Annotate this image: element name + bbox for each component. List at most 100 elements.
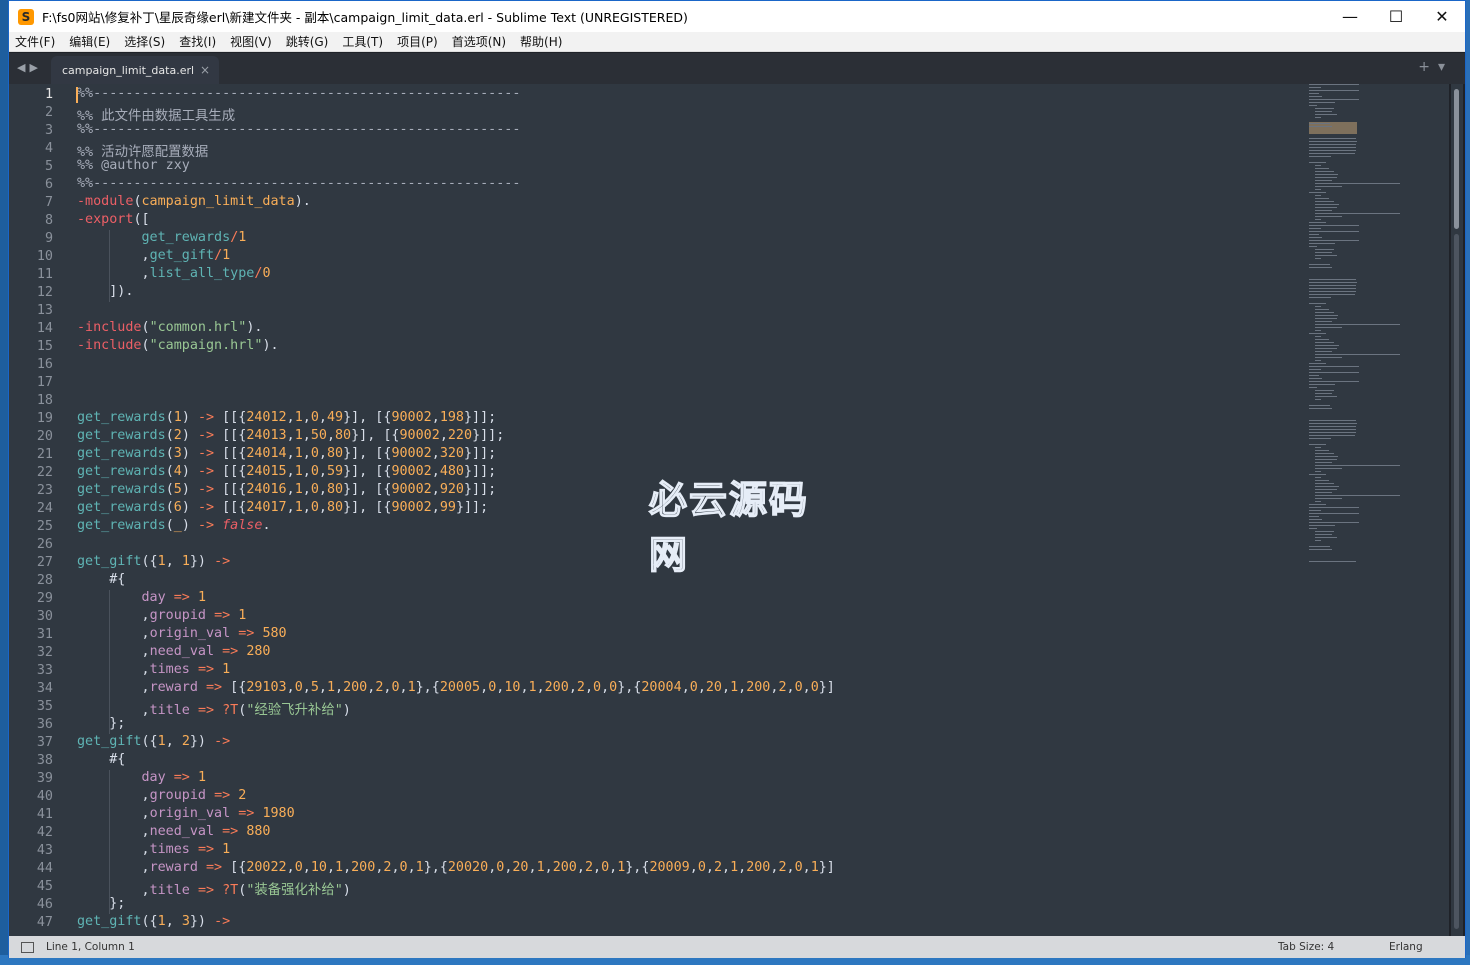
code-line[interactable]: ,need_val => 880 bbox=[77, 824, 270, 842]
code-line[interactable]: day => 1 bbox=[77, 770, 207, 788]
code-token: => bbox=[197, 703, 215, 718]
code-token: , bbox=[77, 248, 150, 263]
code-token: 1 bbox=[157, 554, 166, 569]
code-token: ( bbox=[141, 320, 150, 335]
code-line[interactable]: #{ bbox=[77, 752, 125, 770]
tab-nav-arrows-icon[interactable]: ◀▶ bbox=[17, 61, 42, 74]
code-token: }], [{ bbox=[351, 428, 400, 443]
minimap-line bbox=[1315, 483, 1334, 484]
panel-toggle-icon[interactable] bbox=[21, 941, 34, 953]
code-token: , bbox=[318, 680, 327, 695]
code-line[interactable]: get_rewards(5) -> [[{24016,1,0,80}], [{9… bbox=[77, 482, 496, 500]
close-button[interactable]: ✕ bbox=[1419, 1, 1465, 32]
code-line[interactable]: ,get_gift/1 bbox=[77, 248, 230, 266]
minimap-line bbox=[1315, 330, 1321, 331]
code-line[interactable]: day => 1 bbox=[77, 590, 207, 608]
code-token: 1 bbox=[181, 554, 190, 569]
minimap-line bbox=[1309, 246, 1318, 247]
code-token: times bbox=[149, 662, 190, 677]
code-line[interactable]: ,list_all_type/0 bbox=[77, 266, 270, 284]
code-line[interactable]: ,groupid => 1 bbox=[77, 608, 246, 626]
minimap-line bbox=[1315, 531, 1334, 532]
title-bar[interactable]: S F:\fs0网站\修复补丁\星辰奇缘erl\新建文件夹 - 副本\campa… bbox=[9, 1, 1465, 32]
code-line[interactable]: -module(campaign_limit_data). bbox=[77, 194, 311, 212]
menu-project[interactable]: 项目(P) bbox=[397, 33, 438, 50]
code-token: , bbox=[689, 860, 698, 875]
code-line[interactable]: ,reward => [{29103,0,5,1,200,2,0,1},{200… bbox=[77, 680, 834, 698]
code-line[interactable]: get_gift({1, 3}) -> bbox=[77, 914, 230, 932]
code-line[interactable]: get_rewards(_) -> false. bbox=[77, 518, 271, 536]
code-token: 50 bbox=[310, 428, 327, 443]
code-line[interactable]: get_rewards(3) -> [[{24014,1,0,80}], [{9… bbox=[77, 446, 496, 464]
line-number: 14 bbox=[36, 321, 53, 336]
code-token: , bbox=[431, 500, 440, 515]
menu-help[interactable]: 帮助(H) bbox=[520, 33, 562, 50]
menu-find[interactable]: 查找(I) bbox=[179, 33, 216, 50]
tab-campaign-limit-data[interactable]: campaign_limit_data.erl × bbox=[51, 56, 219, 84]
menu-goto[interactable]: 跳转(G) bbox=[286, 33, 329, 50]
code-line[interactable]: %%--------------------------------------… bbox=[77, 176, 520, 194]
menu-view[interactable]: 视图(V) bbox=[230, 33, 272, 50]
code-line[interactable]: #{ bbox=[77, 572, 125, 590]
code-token: , bbox=[335, 680, 344, 695]
tab-close-icon[interactable]: × bbox=[200, 63, 210, 77]
menu-tools[interactable]: 工具(T) bbox=[342, 33, 383, 50]
code-line[interactable]: ,title => ?T("装备强化补给") bbox=[77, 878, 350, 898]
code-line[interactable]: ,times => 1 bbox=[77, 842, 230, 860]
code-token: 20004 bbox=[641, 680, 682, 695]
code-token: ). bbox=[246, 320, 263, 335]
code-token: , bbox=[302, 464, 311, 479]
code-line[interactable]: ]). bbox=[77, 284, 133, 302]
code-line[interactable]: -include("campaign.hrl"). bbox=[77, 338, 279, 356]
menu-preferences[interactable]: 首选项(N) bbox=[452, 33, 506, 50]
code-line[interactable]: ,need_val => 280 bbox=[77, 644, 270, 662]
syntax-mode[interactable]: Erlang bbox=[1389, 941, 1423, 953]
minimap-line bbox=[1309, 150, 1356, 151]
menu-selection[interactable]: 选择(S) bbox=[124, 33, 165, 50]
vertical-scrollbar[interactable] bbox=[1451, 84, 1463, 936]
minimap-line bbox=[1315, 210, 1333, 211]
code-line[interactable]: get_gift({1, 1}) -> bbox=[77, 554, 230, 572]
code-line[interactable]: }; bbox=[77, 896, 125, 914]
code-line[interactable]: %%--------------------------------------… bbox=[77, 122, 520, 140]
code-line[interactable]: ,title => ?T("经验飞升补给") bbox=[77, 698, 350, 718]
code-line[interactable]: ,times => 1 bbox=[77, 662, 230, 680]
code-token: 90002 bbox=[391, 446, 432, 461]
line-number: 1 bbox=[44, 87, 53, 102]
code-token: 1980 bbox=[262, 806, 295, 821]
minimap[interactable] bbox=[1309, 84, 1434, 574]
code-token: }]]; bbox=[464, 446, 497, 461]
code-line[interactable]: %% @author zxy bbox=[77, 158, 190, 176]
code-token: 0 bbox=[609, 680, 618, 695]
menu-edit[interactable]: 编辑(E) bbox=[69, 33, 110, 50]
code-line[interactable]: get_gift({1, 2}) -> bbox=[77, 734, 230, 752]
code-line[interactable]: get_rewards(1) -> [[{24012,1,0,49}], [{9… bbox=[77, 410, 496, 428]
code-line[interactable]: }; bbox=[77, 716, 125, 734]
code-line[interactable]: -export([ bbox=[77, 212, 150, 230]
maximize-button[interactable]: ☐ bbox=[1373, 1, 1419, 32]
scrollbar-thumb[interactable] bbox=[1454, 89, 1459, 229]
code-line[interactable]: %% 此文件由数据工具生成 bbox=[77, 104, 235, 124]
code-line[interactable]: get_rewards(2) -> [[{24013,1,50,80}], [{… bbox=[77, 428, 504, 446]
code-line[interactable]: -include("common.hrl"). bbox=[77, 320, 262, 338]
minimize-button[interactable]: — bbox=[1327, 1, 1373, 32]
line-number: 18 bbox=[36, 393, 53, 408]
code-line[interactable]: get_rewards/1 bbox=[77, 230, 247, 248]
code-line[interactable]: %% 活动许愿配置数据 bbox=[77, 140, 208, 160]
minimap-line bbox=[1309, 123, 1330, 124]
menu-file[interactable]: 文件(F) bbox=[15, 33, 55, 50]
new-tab-and-menu-icons[interactable]: +▾ bbox=[1418, 59, 1453, 75]
code-line[interactable]: ,groupid => 2 bbox=[77, 788, 246, 806]
tab-size[interactable]: Tab Size: 4 bbox=[1278, 941, 1334, 953]
code-line[interactable]: get_rewards(6) -> [[{24017,1,0,80}], [{9… bbox=[77, 500, 488, 518]
code-line[interactable]: get_rewards(4) -> [[{24015,1,0,59}], [{9… bbox=[77, 464, 496, 482]
minimap-line bbox=[1309, 141, 1357, 142]
code-line[interactable]: ,reward => [{20022,0,10,1,200,2,0,1},{20… bbox=[77, 860, 834, 878]
minimap-line bbox=[1315, 318, 1337, 319]
minimap-line bbox=[1309, 528, 1318, 529]
code-token: ) bbox=[181, 482, 198, 497]
code-line[interactable]: %%--------------------------------------… bbox=[77, 86, 520, 104]
code-token: need_val bbox=[149, 644, 215, 659]
code-token: , bbox=[165, 914, 182, 929]
